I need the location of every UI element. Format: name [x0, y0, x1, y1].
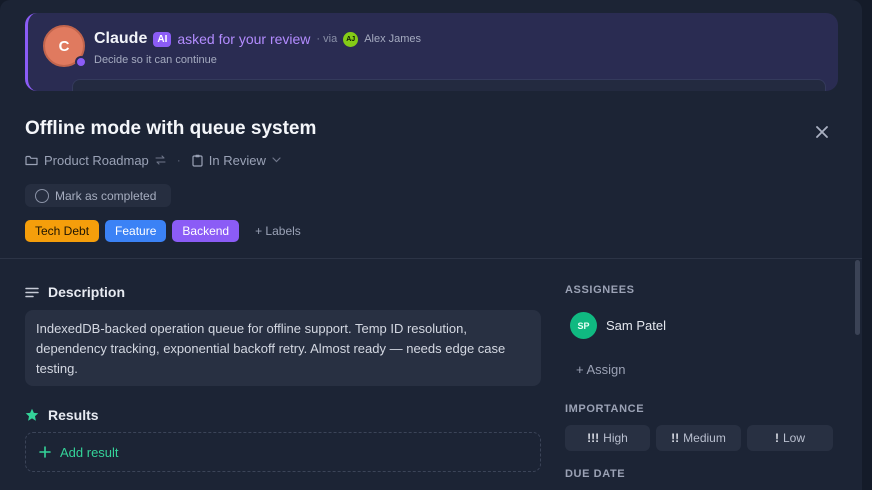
importance-medium-label: Medium: [683, 431, 726, 445]
add-labels-button[interactable]: + Labels: [255, 224, 301, 238]
description-heading-text: Description: [48, 284, 126, 300]
importance-label: IMPORTANCE: [565, 403, 645, 415]
clipboard-icon: [192, 154, 203, 167]
ai-badge: AI: [153, 31, 172, 47]
due-date-label: DUE DATE: [565, 468, 626, 480]
importance-high-label: High: [603, 431, 628, 445]
results-heading: Results: [25, 407, 99, 423]
via-avatar: AJ: [343, 31, 359, 47]
assignees-label: ASSIGNEES: [565, 284, 635, 296]
requester-name: Claude: [94, 30, 148, 47]
mark-complete-label: Mark as completed: [55, 188, 157, 203]
project-link[interactable]: Product Roadmap: [44, 153, 149, 168]
importance-low-label: Low: [782, 431, 805, 445]
task-detail-panel: C Claude AI asked for your review · via …: [0, 0, 862, 490]
banner-subtitle: Decide so it can continue: [94, 54, 217, 66]
folder-icon: [25, 155, 38, 166]
ai-status-dot: [75, 56, 87, 68]
label-backend[interactable]: Backend: [172, 220, 240, 242]
description-text[interactable]: IndexedDB-backed operation queue for off…: [25, 310, 541, 386]
add-result-label: Add result: [60, 444, 119, 460]
importance-high-button[interactable]: !!! High: [565, 425, 650, 451]
assignee-name: Sam Patel: [606, 318, 666, 333]
star-icon: [25, 408, 39, 421]
assignee-avatar: SP: [570, 312, 597, 339]
review-action-text: asked for your review: [177, 31, 311, 47]
mark-complete-button[interactable]: Mark as completed: [25, 184, 171, 207]
importance-low-button[interactable]: ! Low: [747, 425, 833, 451]
plus-icon: [39, 446, 51, 458]
description-heading: Description: [25, 284, 125, 300]
avatar: C: [43, 25, 87, 68]
description-icon: [25, 287, 39, 297]
close-icon: [816, 126, 828, 138]
review-request-banner[interactable]: C Claude AI asked for your review · via …: [25, 13, 838, 91]
meta-separator: ·: [176, 153, 181, 167]
labels-row: Tech Debt Feature Backend + Labels: [25, 220, 301, 242]
importance-low-marker: !: [774, 431, 779, 445]
via-label: · via: [316, 33, 338, 45]
assign-button[interactable]: + Assign: [576, 362, 626, 377]
importance-high-marker: !!!: [587, 431, 600, 445]
scrollbar[interactable]: [855, 260, 860, 335]
review-card-edge: [72, 79, 826, 91]
importance-medium-marker: !!: [671, 431, 680, 445]
via-name: Alex James: [364, 33, 422, 45]
close-button[interactable]: [810, 120, 834, 144]
results-heading-text: Results: [48, 407, 99, 423]
chevron-down-icon[interactable]: [272, 157, 281, 163]
task-meta: Product Roadmap · In Review: [25, 151, 281, 169]
task-title[interactable]: Offline mode with queue system: [25, 118, 316, 140]
assignee-item[interactable]: SP Sam Patel: [570, 312, 666, 339]
importance-medium-button[interactable]: !! Medium: [656, 425, 741, 451]
label-feature[interactable]: Feature: [105, 220, 167, 242]
add-result-button[interactable]: Add result: [25, 432, 541, 472]
circle-icon: [35, 188, 49, 203]
swap-icon[interactable]: [155, 155, 166, 165]
label-tech-debt[interactable]: Tech Debt: [25, 220, 100, 242]
banner-headline: Claude AI asked for your review · via AJ…: [94, 30, 421, 48]
importance-options: !!! High !! Medium ! Low: [565, 425, 833, 451]
status-dropdown[interactable]: In Review: [209, 153, 266, 168]
section-divider: [0, 258, 862, 259]
